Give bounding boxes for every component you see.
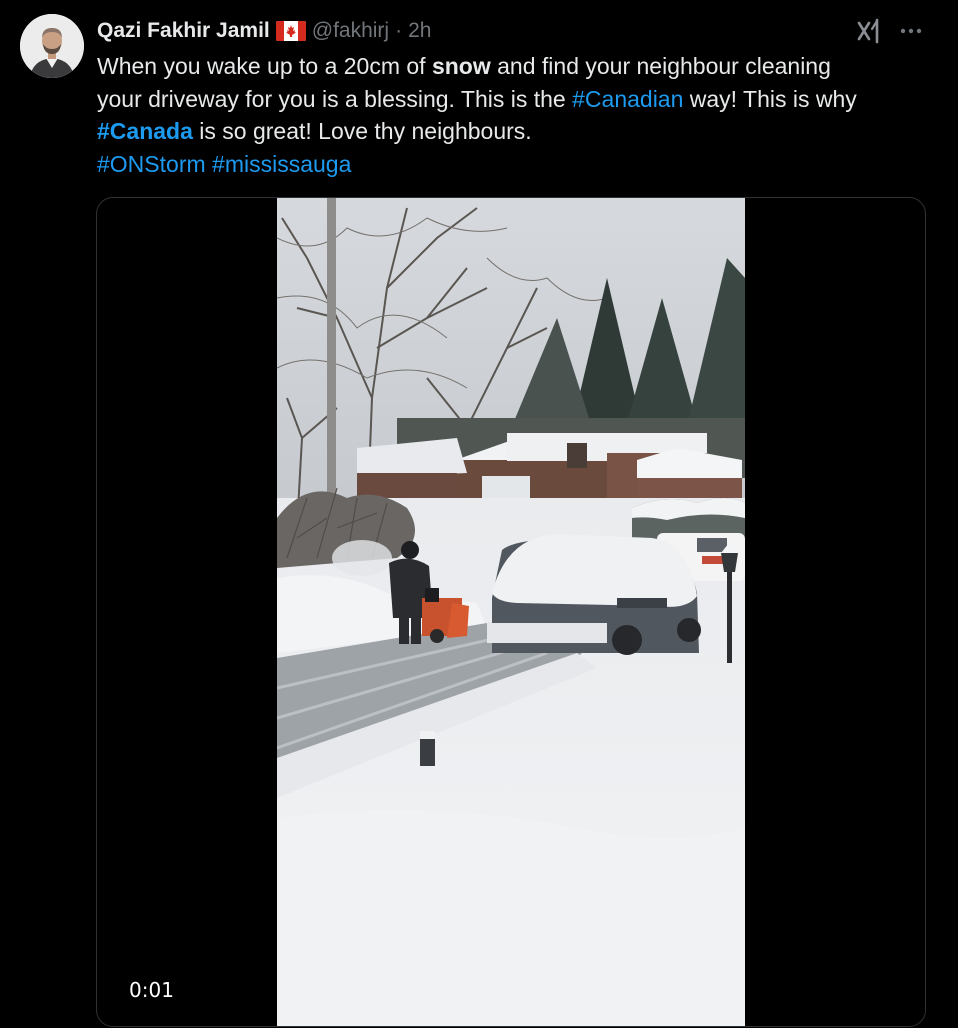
- tweet-time[interactable]: 2h: [408, 19, 431, 43]
- tweet-text-line-2: your driveway for you is a blessing. Thi…: [97, 85, 857, 112]
- hashtag-onstorm[interactable]: #ONStorm: [97, 151, 206, 177]
- author-handle[interactable]: @fakhirj: [312, 19, 389, 43]
- avatar[interactable]: [20, 14, 84, 78]
- tweet-text: When you wake up to a 20cm of snow and f…: [97, 50, 927, 180]
- grok-icon[interactable]: [855, 17, 883, 45]
- video-player[interactable]: 0:01: [96, 197, 926, 1027]
- tweet-text-line-3: #Canada is so great! Love thy neighbours…: [97, 118, 532, 144]
- separator-dot: ·: [395, 19, 403, 42]
- video-frame[interactable]: [277, 198, 745, 1027]
- canada-flag-icon: [275, 21, 306, 41]
- avatar-image: [20, 14, 84, 78]
- hashtag-mississauga[interactable]: #mississauga: [212, 151, 351, 177]
- more-options-icon[interactable]: [896, 20, 926, 42]
- tweet-header: Qazi Fakhir Jamil @fakhirj · 2h: [97, 16, 431, 46]
- hashtag-canada[interactable]: #Canada: [97, 118, 193, 144]
- tweet-text-line-1: When you wake up to a 20cm of snow and f…: [97, 53, 831, 79]
- tweet-text-line-4: #ONStorm #mississauga: [97, 148, 927, 181]
- video-timestamp: 0:01: [121, 976, 182, 1004]
- author-name[interactable]: Qazi Fakhir Jamil: [97, 19, 270, 43]
- hashtag-canadian[interactable]: #Canadian: [572, 86, 683, 112]
- bold-word: snow: [431, 53, 491, 79]
